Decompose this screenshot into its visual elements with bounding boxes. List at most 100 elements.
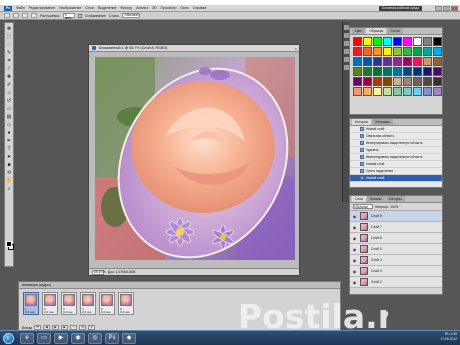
visibility-eye-icon[interactable]: ◉ [352, 258, 357, 263]
color-swatch[interactable] [413, 57, 422, 66]
blur-icon[interactable]: ◇ [5, 122, 13, 129]
color-swatch[interactable] [423, 57, 432, 66]
color-swatch[interactable] [413, 77, 422, 86]
marquee-icon[interactable]: ⬚ [5, 34, 13, 41]
tab-history[interactable]: История [352, 119, 371, 125]
gradient-icon[interactable]: ▤ [5, 114, 13, 121]
color-swatch[interactable] [383, 77, 392, 86]
opacity-field[interactable]: Непрозр.: 100% [375, 205, 398, 209]
tab-actions[interactable]: Операции [371, 119, 394, 125]
type-icon[interactable]: T [5, 146, 13, 153]
color-swatch[interactable] [353, 77, 362, 86]
color-swatch[interactable] [403, 77, 412, 86]
style-select[interactable]: Обычный [122, 13, 141, 18]
color-swatch[interactable] [433, 57, 442, 66]
animation-panel-title[interactable]: Анимация (кадры) [19, 282, 340, 289]
document-info[interactable]: Док: 1,07М/6,34М [108, 270, 135, 274]
visibility-eye-icon[interactable]: ◉ [352, 225, 357, 230]
history-state[interactable]: Инвертировать выделенную область [350, 154, 442, 161]
history-state[interactable]: Новый слой [350, 161, 442, 168]
visibility-eye-icon[interactable]: ◉ [352, 236, 357, 241]
frame-delay[interactable]: 0,2 сек. [63, 310, 73, 314]
workspace-button[interactable]: Основная рабочая среда [378, 6, 422, 11]
color-swatch[interactable] [353, 47, 362, 56]
color-swatch[interactable] [413, 37, 422, 46]
color-swatch[interactable] [373, 67, 382, 76]
menu-image[interactable]: Изображение [59, 6, 81, 10]
document-close-icon[interactable]: × [295, 46, 297, 51]
color-swatch[interactable] [423, 67, 432, 76]
animation-frame[interactable]: 2 0,2 сек. [42, 292, 58, 315]
healing-icon[interactable]: ✚ [5, 74, 13, 81]
feather-field[interactable]: 0 пикс [62, 13, 75, 20]
loop-select[interactable]: Всегда [22, 326, 32, 330]
animation-frame[interactable]: 3 0,2 сек. [61, 292, 77, 315]
menu-select[interactable]: Выделение [98, 6, 117, 10]
color-swatch[interactable] [383, 47, 392, 56]
photoshop-icon[interactable]: Ps [105, 333, 119, 344]
color-swatch[interactable] [393, 37, 402, 46]
tool-preset-icon[interactable] [4, 13, 10, 18]
color-swatch[interactable] [373, 57, 382, 66]
menu-layers[interactable]: Слои [85, 6, 94, 10]
3d-rotate-icon[interactable]: ⟲ [5, 170, 13, 177]
dodge-icon[interactable]: ● [5, 130, 13, 137]
close-icon[interactable]: × [451, 6, 458, 11]
path-select-icon[interactable]: ➤ [5, 154, 13, 161]
color-swatch[interactable] [403, 87, 412, 96]
tab-color[interactable]: Цвет [352, 28, 366, 34]
color-swatch[interactable] [353, 37, 362, 46]
eraser-icon[interactable]: ▱ [5, 106, 13, 113]
color-swatch[interactable] [383, 87, 392, 96]
layer-row[interactable]: ◉ Слой 3 [350, 266, 442, 277]
history-state[interactable]: Снять выделение [350, 168, 442, 175]
tab-layers[interactable]: Слои [352, 196, 367, 202]
animation-frame[interactable]: 6 0,2 сек. [118, 292, 134, 315]
color-swatch[interactable] [433, 87, 442, 96]
frame-delay[interactable]: 0,2 сек. [82, 310, 92, 314]
eyedropper-icon[interactable]: ⁄ [5, 66, 13, 73]
frame-delay[interactable]: 0,2 сек. [25, 310, 35, 314]
color-swatch[interactable] [353, 67, 362, 76]
hand-icon[interactable]: ✋ [5, 178, 13, 185]
layer-row[interactable]: ◉ Слой 8 [350, 211, 442, 222]
menu-edit[interactable]: Редактирование [29, 6, 56, 10]
vk-icon[interactable]: ◆ [122, 333, 136, 344]
frame-delay[interactable]: 0,2 сек. [44, 310, 54, 314]
color-swatch[interactable] [373, 87, 382, 96]
color-swatch[interactable] [423, 47, 432, 56]
visibility-eye-icon[interactable]: ◉ [352, 269, 357, 274]
color-swatch[interactable] [433, 47, 442, 56]
color-swatch[interactable] [373, 47, 382, 56]
history-state[interactable]: Овальная область [350, 133, 442, 140]
tab-styles[interactable]: Стили [387, 28, 403, 34]
maximize-icon[interactable]: □ [443, 6, 450, 11]
color-swatch[interactable] [423, 87, 432, 96]
color-swatch[interactable] [403, 57, 412, 66]
crop-icon[interactable]: ⌗ [5, 58, 13, 65]
stamp-icon[interactable]: ⊥ [5, 90, 13, 97]
color-swatch[interactable] [353, 87, 362, 96]
image-canvas[interactable] [95, 57, 295, 260]
color-swatch[interactable] [393, 77, 402, 86]
shape-icon[interactable]: ■ [5, 162, 13, 169]
subtract-selection-icon[interactable] [31, 13, 37, 18]
color-swatch[interactable] [413, 47, 422, 56]
menu-file[interactable]: Файл [16, 6, 25, 10]
media-player-icon[interactable]: ▶ [54, 333, 68, 344]
clock-time[interactable]: 1:49 [451, 332, 457, 336]
browser-icon[interactable]: ◉ [71, 333, 85, 344]
layer-row[interactable]: ◉ Слой 5 [350, 244, 442, 255]
color-swatch[interactable] [383, 37, 392, 46]
menu-help[interactable]: Справка [193, 6, 207, 10]
color-swatch[interactable] [423, 37, 432, 46]
history-state[interactable]: Новый слой [350, 126, 442, 133]
move-icon[interactable]: ✥ [5, 26, 13, 33]
ie-icon[interactable]: e [20, 333, 34, 344]
color-swatch[interactable] [393, 67, 402, 76]
color-swatch[interactable] [373, 77, 382, 86]
zoom-icon[interactable]: ⌕ [5, 186, 13, 193]
foreground-color-swatch[interactable] [6, 241, 12, 247]
add-selection-icon[interactable] [22, 13, 28, 18]
menu-analysis[interactable]: Анализ [136, 6, 148, 10]
